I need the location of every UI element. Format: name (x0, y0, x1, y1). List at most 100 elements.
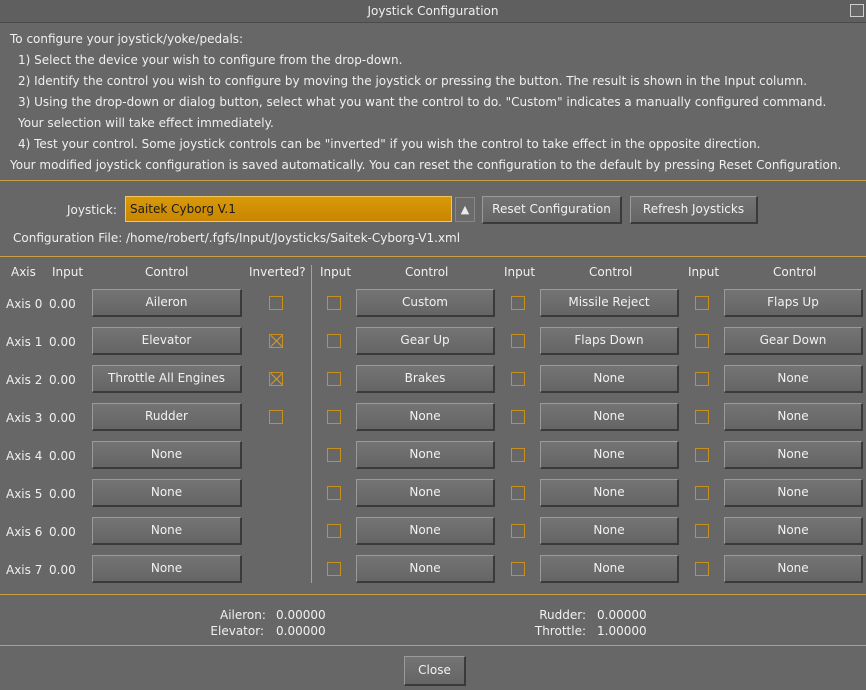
button-control-header: Control (589, 265, 633, 279)
refresh-joysticks-button[interactable]: Refresh Joysticks (630, 196, 758, 224)
axis-control-header: Control (145, 265, 189, 279)
status-throttle-value: 1.00000 (597, 624, 647, 638)
divider (0, 594, 866, 595)
axis-header: Axis (11, 265, 36, 279)
button-control-button[interactable]: None (356, 441, 495, 469)
axis-name: Axis 6 (6, 525, 43, 539)
button-control-button[interactable]: None (724, 441, 863, 469)
joystick-select[interactable]: Saitek Cyborg V.1 (125, 196, 452, 222)
axis-name: Axis 0 (6, 297, 43, 311)
button-control-button[interactable]: None (356, 517, 495, 545)
axis-control-button[interactable]: Rudder (92, 403, 242, 431)
instruction-line: 2) Identify the control you wish to conf… (18, 74, 808, 88)
instruction-line: 4) Test your control. Some joystick cont… (18, 137, 761, 151)
axis-input-value: 0.00 (49, 373, 76, 387)
inverted-checkbox[interactable] (269, 334, 283, 348)
divider (0, 256, 866, 257)
button-input-header: Input (688, 265, 720, 279)
button-control-button[interactable]: Custom (356, 289, 495, 317)
status-elevator-label: Elevator: (210, 624, 264, 638)
config-file-path: /home/robert/.fgfs/Input/Joysticks/Saite… (126, 231, 461, 245)
axis-control-button[interactable]: Aileron (92, 289, 242, 317)
button-input-indicator (695, 372, 709, 386)
window-close-icon[interactable] (850, 4, 864, 17)
dropdown-arrow-icon[interactable]: ▲ (455, 197, 475, 222)
button-input-indicator (695, 334, 709, 348)
button-control-button[interactable]: None (724, 403, 863, 431)
instruction-line: To configure your joystick/yoke/pedals: (10, 32, 244, 46)
button-control-button[interactable]: Gear Down (724, 327, 863, 355)
axis-name: Axis 1 (6, 335, 43, 349)
button-input-indicator (511, 562, 525, 576)
axis-input-header: Input (52, 265, 84, 279)
axis-input-value: 0.00 (49, 563, 76, 577)
status-aileron-label: Aileron: (220, 608, 266, 622)
button-input-header: Input (504, 265, 536, 279)
axis-control-button[interactable]: None (92, 441, 242, 469)
reset-configuration-button[interactable]: Reset Configuration (482, 196, 622, 224)
button-control-button[interactable]: Brakes (356, 365, 495, 393)
button-control-button[interactable]: Flaps Up (724, 289, 863, 317)
button-control-button[interactable]: Gear Up (356, 327, 495, 355)
axis-control-button[interactable]: None (92, 479, 242, 507)
instruction-line: Your modified joystick configuration is … (10, 158, 842, 172)
button-input-indicator (511, 448, 525, 462)
button-control-button[interactable]: None (356, 403, 495, 431)
button-input-indicator (327, 296, 341, 310)
button-control-button[interactable]: None (724, 365, 863, 393)
instruction-line: 1) Select the device your wish to config… (18, 53, 403, 67)
button-control-button[interactable]: None (356, 479, 495, 507)
button-control-button[interactable]: None (356, 555, 495, 583)
status-rudder-value: 0.00000 (597, 608, 647, 622)
button-input-indicator (695, 562, 709, 576)
axis-control-button[interactable]: Elevator (92, 327, 242, 355)
button-input-indicator (511, 486, 525, 500)
status-rudder-label: Rudder: (539, 608, 586, 622)
column-divider (311, 265, 312, 583)
button-control-button[interactable]: None (540, 555, 679, 583)
axis-input-value: 0.00 (49, 411, 76, 425)
button-control-button[interactable]: None (540, 479, 679, 507)
close-button[interactable]: Close (404, 656, 466, 686)
divider (0, 180, 866, 181)
instruction-line: Your selection will take effect immediat… (18, 116, 274, 130)
button-control-button[interactable]: None (540, 517, 679, 545)
inverted-checkbox[interactable] (269, 296, 283, 310)
status-elevator-value: 0.00000 (276, 624, 326, 638)
button-input-indicator (511, 524, 525, 538)
axis-name: Axis 5 (6, 487, 43, 501)
axis-name: Axis 4 (6, 449, 43, 463)
inverted-checkbox[interactable] (269, 372, 283, 386)
button-input-indicator (511, 334, 525, 348)
axis-control-button[interactable]: None (92, 517, 242, 545)
button-input-indicator (327, 372, 341, 386)
button-control-header: Control (405, 265, 449, 279)
axis-control-button[interactable]: Throttle All Engines (92, 365, 242, 393)
axis-input-value: 0.00 (49, 449, 76, 463)
button-control-button[interactable]: None (724, 479, 863, 507)
axis-control-button[interactable]: None (92, 555, 242, 583)
button-control-button[interactable]: Missile Reject (540, 289, 679, 317)
button-input-indicator (695, 524, 709, 538)
button-control-header: Control (773, 265, 817, 279)
button-input-indicator (695, 410, 709, 424)
button-control-button[interactable]: Flaps Down (540, 327, 679, 355)
button-input-indicator (695, 486, 709, 500)
button-input-indicator (511, 296, 525, 310)
axis-name: Axis 7 (6, 563, 43, 577)
axis-input-value: 0.00 (49, 487, 76, 501)
button-input-indicator (511, 372, 525, 386)
button-input-indicator (695, 448, 709, 462)
button-control-button[interactable]: None (724, 517, 863, 545)
button-control-button[interactable]: None (540, 403, 679, 431)
button-control-button[interactable]: None (540, 441, 679, 469)
button-input-indicator (327, 562, 341, 576)
button-control-button[interactable]: None (724, 555, 863, 583)
axis-name: Axis 2 (6, 373, 43, 387)
button-control-button[interactable]: None (540, 365, 679, 393)
button-input-header: Input (320, 265, 352, 279)
button-input-indicator (511, 410, 525, 424)
inverted-header: Inverted? (249, 265, 306, 279)
inverted-checkbox[interactable] (269, 410, 283, 424)
axis-input-value: 0.00 (49, 525, 76, 539)
